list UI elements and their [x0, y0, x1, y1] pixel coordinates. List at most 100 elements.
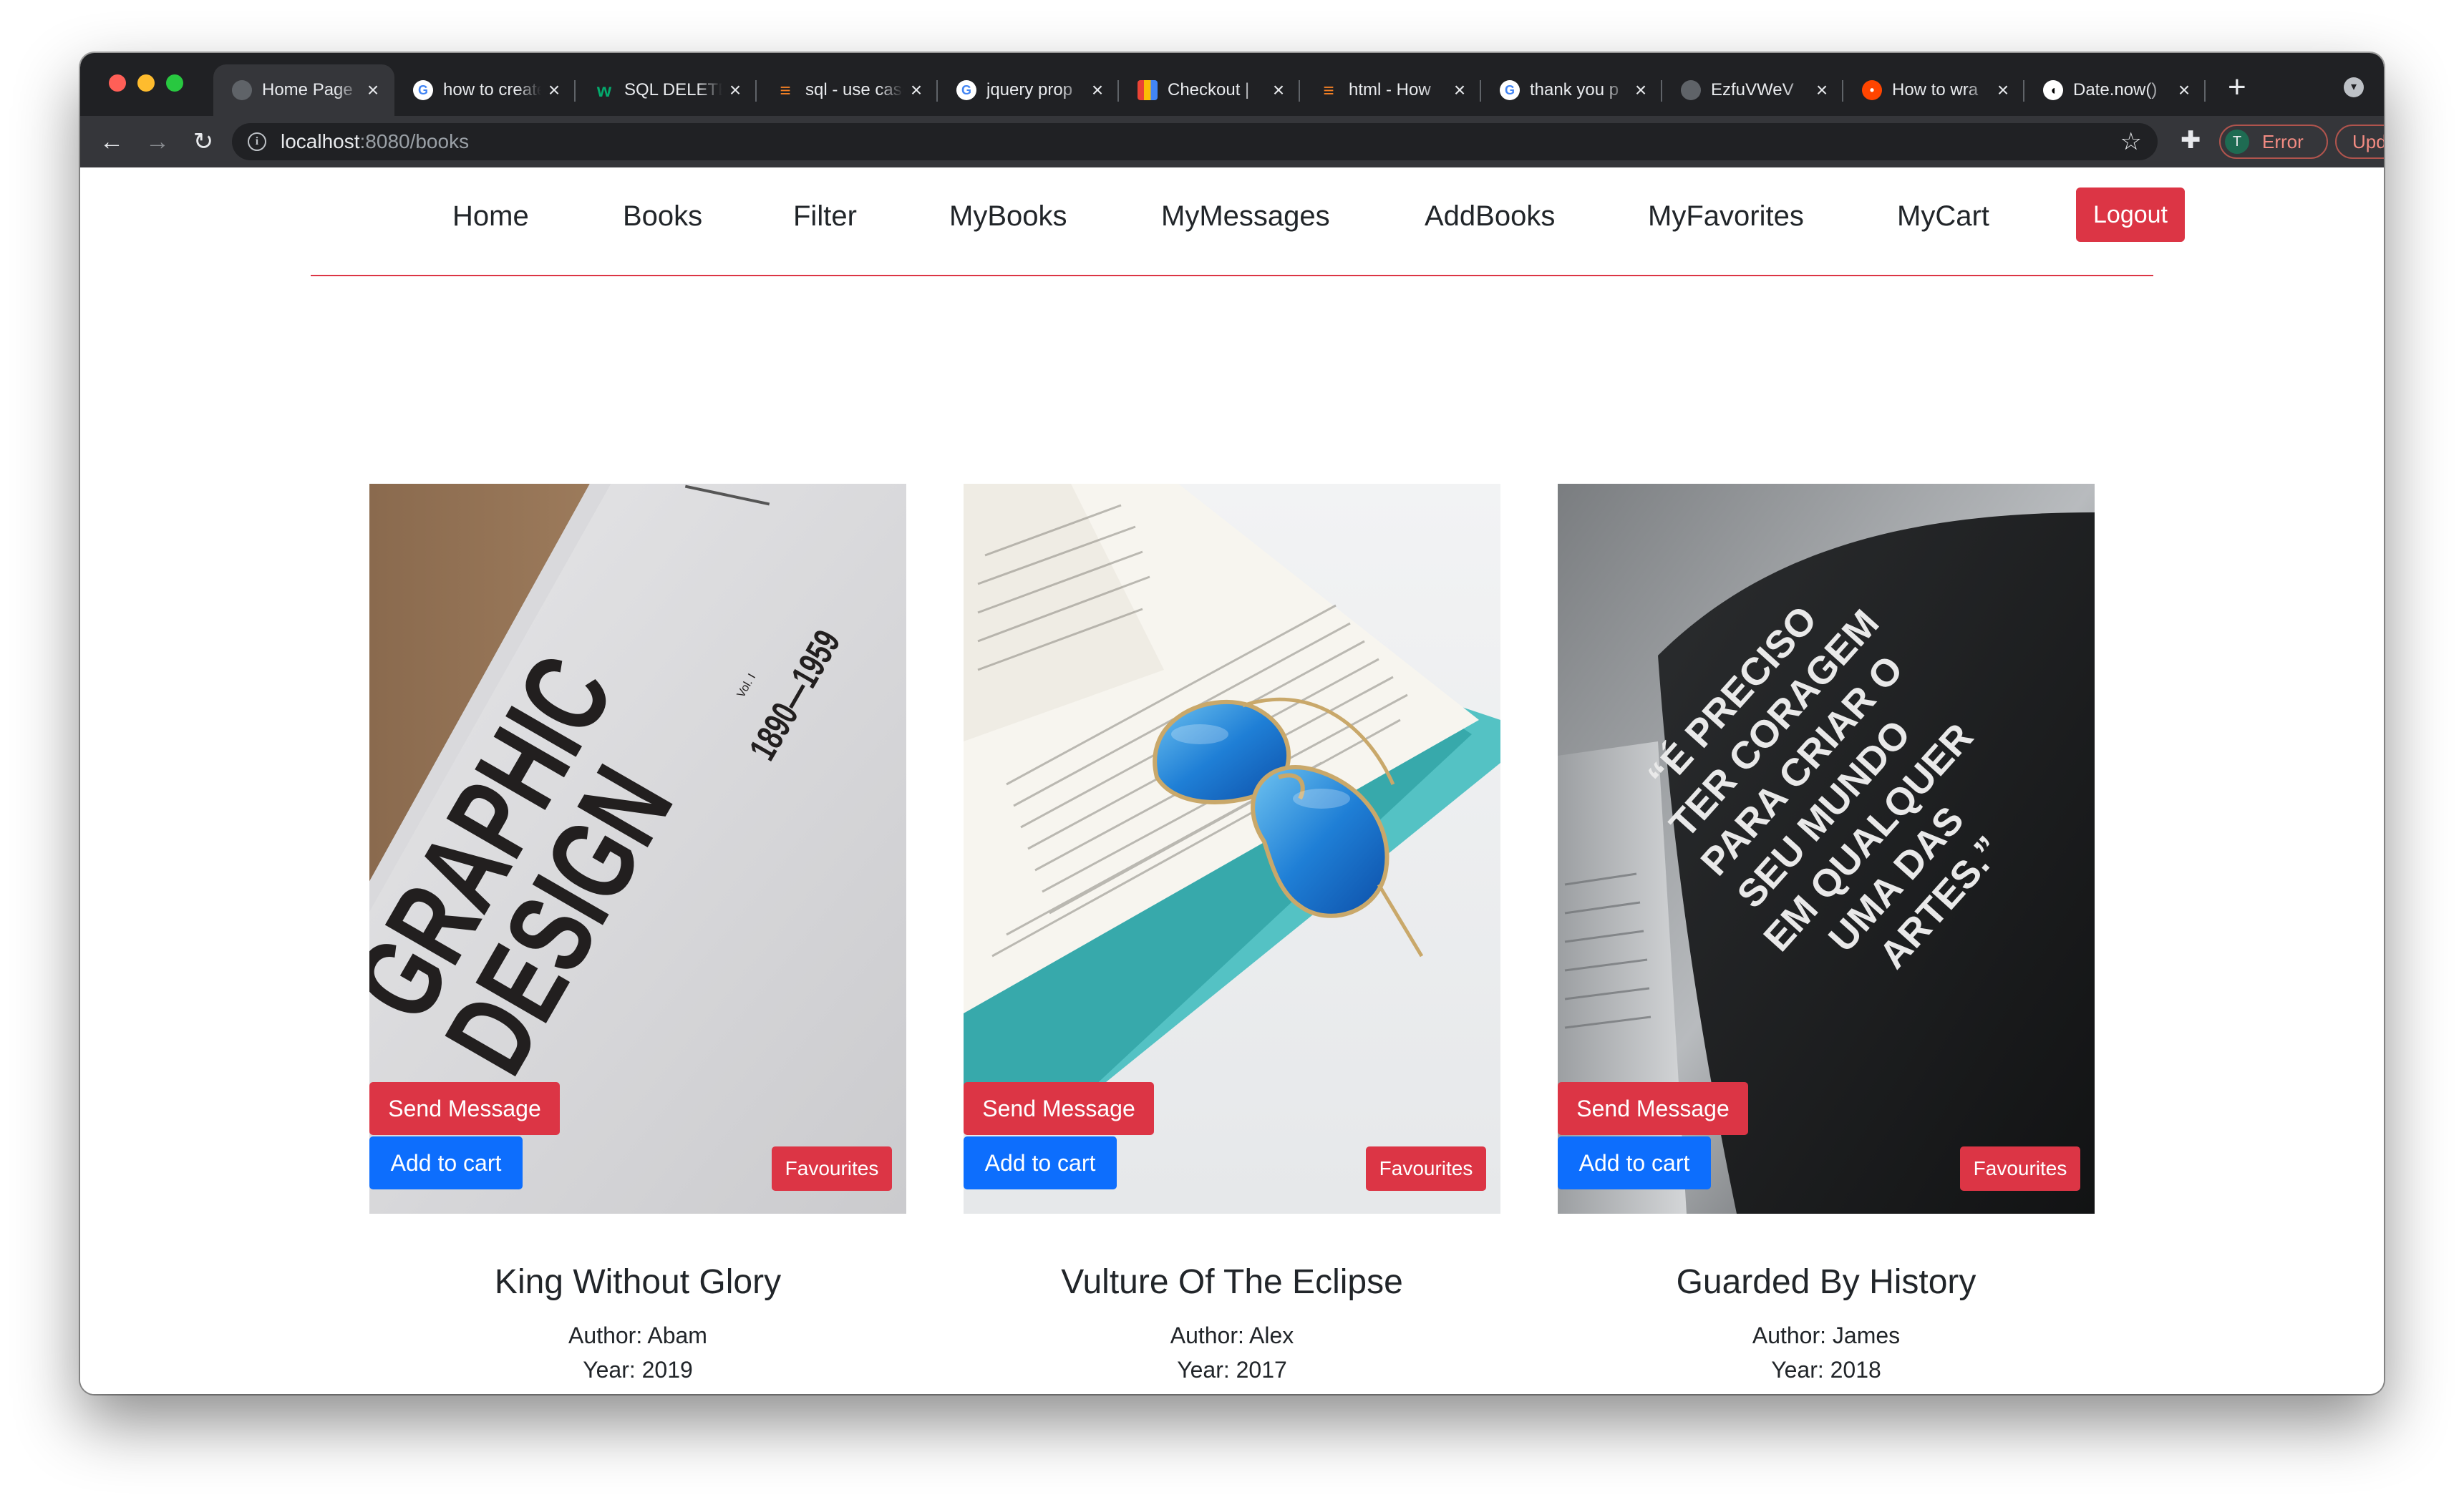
page-content: Home Books Filter MyBooks MyMessages Add…: [80, 167, 2384, 1394]
browser-tab[interactable]: ◖ Date.now() ×: [2024, 64, 2206, 116]
browser-tab[interactable]: G how to create ×: [394, 64, 576, 116]
book-title: Vulture Of The Eclipse: [1061, 1263, 1403, 1301]
book-year: Year: 2019: [583, 1357, 693, 1383]
update-button[interactable]: Update ⋮: [2335, 125, 2384, 159]
book-cover-image: Send Message Add to cart Favourites: [964, 484, 1500, 1214]
book-year: Year: 2018: [1771, 1357, 1881, 1383]
favourites-button[interactable]: Favourites: [1960, 1146, 2080, 1191]
browser-tab[interactable]: G thank you p ×: [1481, 64, 1662, 116]
favourites-button[interactable]: Favourites: [1366, 1146, 1486, 1191]
tab-search-chevron-icon[interactable]: ▾: [2344, 77, 2364, 97]
tab-title: jquery prop: [986, 80, 1073, 99]
logout-button[interactable]: Logout: [2076, 188, 2185, 242]
update-label: Update: [2352, 130, 2384, 152]
close-tab-icon[interactable]: ×: [545, 79, 563, 102]
globe-icon: [1681, 80, 1701, 100]
add-to-cart-button[interactable]: Add to cart: [1558, 1136, 1711, 1189]
nav-link-home[interactable]: Home: [452, 196, 529, 236]
tab-title: How to wra: [1892, 80, 1979, 99]
bookmark-star-icon[interactable]: ☆: [2120, 127, 2142, 156]
tab-title: Date.now(): [2073, 80, 2158, 99]
send-message-button[interactable]: Send Message: [1558, 1082, 1748, 1135]
forward-arrow-icon[interactable]: →: [140, 125, 175, 159]
nav-link-myfavorites[interactable]: MyFavorites: [1648, 196, 1804, 236]
google-icon: G: [956, 80, 976, 100]
browser-window: Home Page × G how to create × w SQL DELE…: [80, 53, 2384, 1394]
nav-link-mycart[interactable]: MyCart: [1897, 196, 1989, 236]
globe-icon: [232, 80, 252, 100]
close-tab-icon[interactable]: ×: [1089, 79, 1106, 102]
book-card: GRAPHIC DESIGN 1890—1959 Vol. I Send Mes…: [369, 484, 906, 1394]
browser-tab[interactable]: ≡ sql - use case ×: [757, 64, 938, 116]
book-price: Price: $28: [1558, 1387, 2095, 1394]
browser-tab[interactable]: EzfuVWeV ×: [1662, 64, 1843, 116]
browser-tab[interactable]: • How to wra ×: [1843, 64, 2024, 116]
close-tab-icon[interactable]: ×: [1270, 79, 1287, 102]
book-card: Send Message Add to cart Favourites Vult…: [964, 484, 1500, 1394]
book-price: Price: $36: [964, 1387, 1500, 1394]
book-author: Author: James: [1752, 1323, 1901, 1348]
nav-link-filter[interactable]: Filter: [793, 196, 857, 236]
google-icon: G: [413, 80, 433, 100]
extensions-puzzle-icon[interactable]: ✚: [2181, 126, 2201, 155]
tab-title: html - How: [1349, 80, 1431, 99]
url-host: localhost: [281, 130, 360, 152]
close-tab-icon[interactable]: ×: [727, 79, 744, 102]
close-window-button[interactable]: [109, 74, 126, 92]
new-tab-plus-icon[interactable]: +: [2228, 72, 2246, 103]
nav-link-mymessages[interactable]: MyMessages: [1161, 196, 1330, 236]
url-path: :8080/books: [359, 130, 470, 152]
close-tab-icon[interactable]: ×: [1632, 79, 1649, 102]
send-message-button[interactable]: Send Message: [369, 1082, 560, 1135]
book-author: Author: Abam: [568, 1323, 707, 1348]
site-info-icon[interactable]: i: [248, 132, 266, 151]
tab-title: EzfuVWeV: [1711, 80, 1794, 99]
profile-button[interactable]: T Error: [2219, 125, 2328, 159]
book-price: Price: $25: [369, 1387, 906, 1394]
book-year: Year: 2017: [1177, 1357, 1287, 1383]
add-to-cart-button[interactable]: Add to cart: [369, 1136, 523, 1189]
google-icon: G: [1500, 80, 1520, 100]
browser-tab[interactable]: ≡ html - How ×: [1300, 64, 1481, 116]
nav-link-addbooks[interactable]: AddBooks: [1425, 196, 1555, 236]
book-author: Author: Alex: [1170, 1323, 1294, 1348]
avatar: T: [2225, 130, 2249, 154]
book-cover-image: “É PRECISO TER CORAGEM PARA CRIAR O SEU …: [1558, 484, 2095, 1214]
maximize-window-button[interactable]: [166, 74, 183, 92]
close-tab-icon[interactable]: ×: [2176, 79, 2193, 102]
book-title: Guarded By History: [1676, 1263, 1976, 1301]
tab-title: sql - use case: [805, 80, 903, 99]
browser-tab[interactable]: Checkout | ×: [1119, 64, 1300, 116]
tab-list: Home Page × G how to create × w SQL DELE…: [213, 64, 2206, 116]
browser-tab[interactable]: Home Page ×: [213, 64, 394, 116]
stackoverflow-icon: ≡: [780, 79, 791, 101]
deno-icon: ◖: [2043, 80, 2063, 100]
address-bar[interactable]: i localhost:8080/books ☆: [232, 123, 2158, 160]
nav-link-mybooks[interactable]: MyBooks: [949, 196, 1067, 236]
reddit-icon: •: [1862, 80, 1882, 100]
tab-title: Home Page: [262, 80, 353, 99]
add-to-cart-button[interactable]: Add to cart: [964, 1136, 1117, 1189]
checkout-icon: [1138, 80, 1158, 100]
close-tab-icon[interactable]: ×: [1451, 79, 1468, 102]
back-arrow-icon[interactable]: ←: [94, 125, 129, 159]
tab-title: thank you p: [1530, 80, 1619, 99]
close-tab-icon[interactable]: ×: [908, 79, 925, 102]
favourites-button[interactable]: Favourites: [772, 1146, 892, 1191]
main-navbar: Home Books Filter MyBooks MyMessages Add…: [311, 167, 2185, 276]
browser-tab[interactable]: w SQL DELETE ×: [576, 64, 757, 116]
tab-title: SQL DELETE: [624, 80, 722, 99]
book-cover-image: GRAPHIC DESIGN 1890—1959 Vol. I Send Mes…: [369, 484, 906, 1214]
stackoverflow-icon: ≡: [1323, 79, 1334, 101]
browser-tab[interactable]: G jquery prop ×: [938, 64, 1119, 116]
close-tab-icon[interactable]: ×: [1813, 79, 1830, 102]
profile-status: Error: [2262, 130, 2304, 152]
close-tab-icon[interactable]: ×: [1994, 79, 2012, 102]
send-message-button[interactable]: Send Message: [964, 1082, 1154, 1135]
reload-icon[interactable]: ↻: [186, 125, 220, 159]
nav-link-books[interactable]: Books: [623, 196, 702, 236]
tab-title: how to create: [443, 80, 541, 99]
tab-strip: Home Page × G how to create × w SQL DELE…: [80, 53, 2384, 116]
close-tab-icon[interactable]: ×: [364, 79, 382, 102]
minimize-window-button[interactable]: [137, 74, 155, 92]
